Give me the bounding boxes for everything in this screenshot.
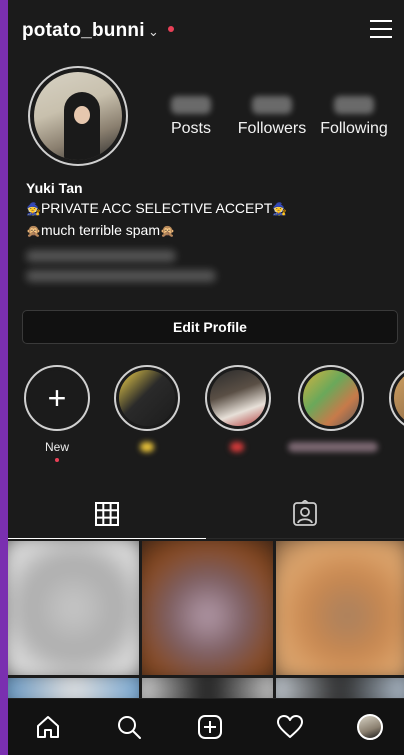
story-highlight[interactable] [205, 365, 271, 431]
witch-emoji-icon: 🧙 [272, 202, 288, 216]
nav-profile[interactable] [348, 707, 392, 747]
add-post-icon [198, 715, 222, 739]
grid-icon [95, 502, 119, 526]
bio-line-2: 🙊much terrible spam🙊 [26, 222, 175, 238]
menu-icon[interactable] [370, 20, 392, 38]
profile-avatar[interactable] [28, 66, 128, 166]
followers-label: Followers [237, 120, 307, 137]
post-thumbnail[interactable] [276, 541, 404, 675]
followers-count-blurred [252, 96, 292, 114]
story-highlight-label-blurred [288, 442, 378, 452]
story-highlight[interactable] [298, 365, 364, 431]
post-thumbnail[interactable] [8, 541, 139, 675]
post-grid [8, 541, 404, 702]
followers-stat[interactable]: Followers [236, 96, 308, 138]
tagged-icon [293, 500, 317, 526]
active-tab-indicator [8, 538, 206, 539]
plus-icon: + [47, 380, 67, 416]
nav-search[interactable] [107, 707, 151, 747]
profile-name: Yuki Tan [26, 180, 83, 196]
story-highlight-label-blurred [230, 442, 244, 452]
tab-tagged[interactable] [206, 490, 404, 538]
bio-line-1: 🧙PRIVATE ACC SELECTIVE ACCEPT🧙 [26, 200, 288, 216]
profile-avatar-small-icon [357, 714, 383, 740]
story-highlight[interactable] [114, 365, 180, 431]
username[interactable]: potato_bunni [22, 20, 145, 42]
story-highlight[interactable] [389, 365, 404, 431]
monkey-emoji-icon: 🙊 [160, 224, 175, 238]
profile-screen: potato_bunni ⌄ Posts Followers Following… [8, 0, 404, 755]
tab-grid[interactable] [8, 490, 206, 538]
following-count-blurred [334, 96, 374, 114]
bio-blurred-line [26, 270, 216, 282]
new-highlight-dot [55, 458, 59, 462]
witch-emoji-icon: 🧙 [26, 202, 41, 216]
new-highlight-button[interactable]: + [24, 365, 90, 431]
top-bar: potato_bunni ⌄ [8, 0, 404, 62]
nav-activity[interactable] [268, 707, 312, 747]
heart-icon [277, 715, 303, 738]
following-stat[interactable]: Following [318, 96, 390, 138]
new-highlight-label: New [44, 440, 69, 454]
account-switch-caret-icon[interactable]: ⌄ [148, 24, 159, 40]
following-label: Following [320, 120, 388, 137]
post-thumbnail[interactable] [142, 541, 273, 675]
bio-blurred-line [26, 250, 176, 262]
nav-new-post[interactable] [188, 707, 232, 747]
posts-stat[interactable]: Posts [163, 96, 219, 138]
posts-count-blurred [171, 96, 211, 114]
search-icon [118, 716, 141, 739]
story-highlight-label-blurred [140, 442, 154, 452]
edit-profile-button[interactable]: Edit Profile [22, 310, 398, 344]
posts-label: Posts [170, 120, 211, 137]
home-icon [37, 716, 59, 738]
nav-home[interactable] [26, 707, 70, 747]
bottom-navigation [8, 698, 404, 755]
profile-tabs [8, 490, 404, 540]
monkey-emoji-icon: 🙊 [26, 224, 41, 238]
notification-dot [168, 26, 174, 32]
